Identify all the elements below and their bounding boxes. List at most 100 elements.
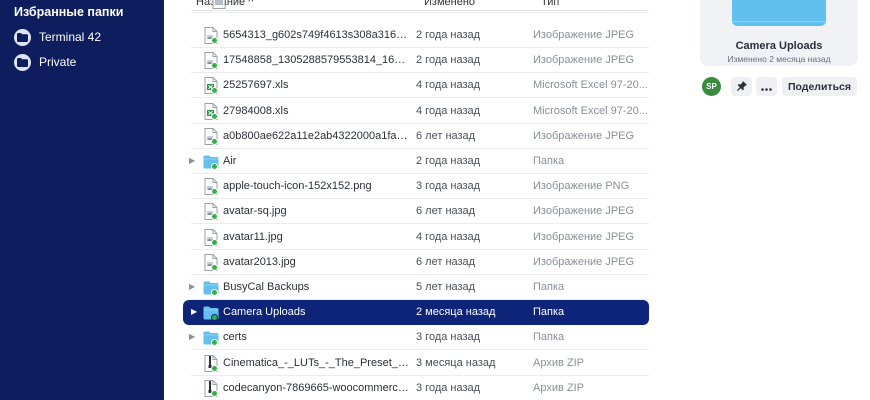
file-modified: 3 года назад <box>416 381 481 394</box>
chevron-right-icon[interactable]: ▶ <box>189 282 195 291</box>
file-modified: 2 года назад <box>416 54 481 67</box>
image-file-icon <box>203 178 219 196</box>
file-modified: 3 года назад <box>416 331 481 344</box>
file-name: Cinematica_-_LUTs_-_The_Preset_Facto... <box>223 356 409 369</box>
file-type: Изображение PNG <box>533 180 630 193</box>
sidebar-item-private[interactable]: Private <box>14 51 76 73</box>
more-button[interactable] <box>756 77 777 96</box>
file-name: Camera Uploads <box>223 306 306 319</box>
table-row[interactable]: avatar-sq.jpg 6 лет назад Изображение JPEG <box>191 199 649 225</box>
file-type: Архив ZIP <box>533 381 584 394</box>
file-type: Папка <box>533 155 565 167</box>
sidebar-item-label: Private <box>39 55 77 69</box>
file-name: Air <box>223 155 237 167</box>
file-name: apple-touch-icon-152x152.png <box>223 180 372 193</box>
image-file-icon <box>203 27 219 44</box>
pin-icon <box>736 78 747 96</box>
table-row[interactable]: Cinematica_-_LUTs_-_The_Preset_Facto... 3… <box>191 351 649 376</box>
avatar[interactable]: SP <box>702 77 721 96</box>
zip-file-icon <box>203 379 219 397</box>
file-list: Название ^ Изменено Тип 5654313_g602s749… <box>183 0 650 400</box>
file-type: Изображение JPEG <box>533 255 635 268</box>
excel-file-icon <box>203 77 219 95</box>
folder-icon <box>203 153 219 170</box>
file-modified: 3 месяца назад <box>416 356 496 369</box>
file-name: BusyCal Backups <box>223 281 310 293</box>
file-type: Архив ZIP <box>533 356 584 369</box>
file-name: codecanyon-7869665-woocommerce-... <box>223 381 409 394</box>
file-type: Изображение JPEG <box>533 29 635 41</box>
excel-file-icon <box>203 102 219 120</box>
table-row[interactable]: avatar11.jpg 4 года назад Изображение JPEG <box>191 225 649 250</box>
image-file-icon <box>203 228 219 246</box>
file-type: Изображение JPEG <box>533 230 635 243</box>
chevron-right-icon[interactable]: ▶ <box>191 307 197 316</box>
sync-status-icon <box>211 238 218 246</box>
file-modified: 4 года назад <box>416 79 481 92</box>
sync-status-icon <box>211 137 218 145</box>
file-name: 17548858_1305288579553814_161229... <box>223 54 409 67</box>
file-modified: 2 года назад <box>416 29 481 41</box>
table-row[interactable] <box>191 0 649 13</box>
table-row[interactable]: 5654313_g602s749f4613s308a3164j21... 2 го… <box>191 23 649 48</box>
file-modified: 2 года назад <box>416 155 481 167</box>
table-row[interactable]: 27984008.xls 4 года назад Microsoft Excel … <box>191 99 649 124</box>
file-type: Изображение JPEG <box>533 54 635 67</box>
file-modified: 6 лет назад <box>416 205 476 218</box>
sync-status-icon <box>211 37 218 44</box>
preview-title: Camera Uploads <box>735 40 823 52</box>
table-row[interactable]: apple-touch-icon-152x152.png 3 года назад… <box>191 174 649 200</box>
file-name: a0b800ae622a11e2ab4322000a1fa430... <box>223 129 409 142</box>
file-modified: 4 года назад <box>416 230 481 243</box>
chevron-right-icon[interactable]: ▶ <box>189 332 195 341</box>
zip-file-icon <box>203 354 219 372</box>
file-name: 27984008.xls <box>223 104 289 117</box>
file-type: Microsoft Excel 97-20... <box>533 79 647 92</box>
file-name: avatar2013.jpg <box>223 255 296 268</box>
sync-status-icon <box>211 112 218 120</box>
file-type: Папка <box>533 306 565 319</box>
table-row[interactable]: ▶ Camera Uploads 2 месяца назад Папка <box>183 300 649 326</box>
file-type: Изображение JPEG <box>533 129 635 142</box>
folder-icon <box>203 329 219 347</box>
table-row[interactable]: a0b800ae622a11e2ab4322000a1fa430... 6 лет… <box>191 124 649 149</box>
table-row[interactable]: ▶ BusyCal Backups 5 лет назад Папка <box>189 275 649 300</box>
file-modified: 2 месяца назад <box>416 306 496 319</box>
sync-status-icon <box>211 263 218 271</box>
file-modified: 6 лет назад <box>416 129 476 142</box>
pin-button[interactable] <box>731 77 752 96</box>
folder-icon <box>14 28 31 46</box>
table-row[interactable]: avatar2013.jpg 6 лет назад Изображение JPE… <box>191 250 649 275</box>
sidebar-item-label: Terminal 42 <box>39 30 102 44</box>
folder-preview-icon <box>732 0 826 26</box>
chevron-right-icon[interactable]: ▶ <box>189 156 195 165</box>
file-type: Microsoft Excel 97-20... <box>533 104 647 117</box>
file-type: Папка <box>533 331 565 344</box>
file-modified: 6 лет назад <box>416 255 476 268</box>
table-row[interactable]: ▶ Air 2 года назад Папка <box>189 149 649 174</box>
sync-status-icon <box>211 389 218 397</box>
file-name: 25257697.xls <box>223 79 289 92</box>
sidebar-title: Избранные папки <box>14 5 124 19</box>
folder-icon <box>203 304 219 322</box>
file-name: avatar-sq.jpg <box>223 205 287 218</box>
folder-icon <box>14 53 31 71</box>
sync-status-icon <box>211 289 218 296</box>
preview-card: Camera Uploads Изменено 2 месяца назад <box>700 0 858 66</box>
image-file-icon <box>211 0 227 9</box>
image-file-icon <box>203 203 219 221</box>
table-row[interactable]: 17548858_1305288579553814_161229... 2 год… <box>191 48 649 74</box>
image-file-icon <box>203 253 219 271</box>
file-type: Папка <box>533 281 565 293</box>
file-name: avatar11.jpg <box>223 230 283 243</box>
share-button[interactable]: Поделиться <box>782 77 857 96</box>
table-row[interactable]: 25257697.xls 4 года назад Microsoft Excel … <box>191 73 649 99</box>
sync-status-icon <box>211 163 218 170</box>
table-row[interactable]: ▶ certs 3 года назад Папка <box>189 325 649 351</box>
sidebar-item-terminal-42[interactable]: Terminal 42 <box>14 26 101 48</box>
file-modified: 5 лет назад <box>416 281 476 293</box>
sidebar: Избранные папки Terminal 42 Private <box>0 0 164 400</box>
image-file-icon <box>203 52 219 70</box>
table-row[interactable]: codecanyon-7869665-woocommerce-... 3 года… <box>191 376 649 400</box>
more-icon <box>761 78 772 96</box>
